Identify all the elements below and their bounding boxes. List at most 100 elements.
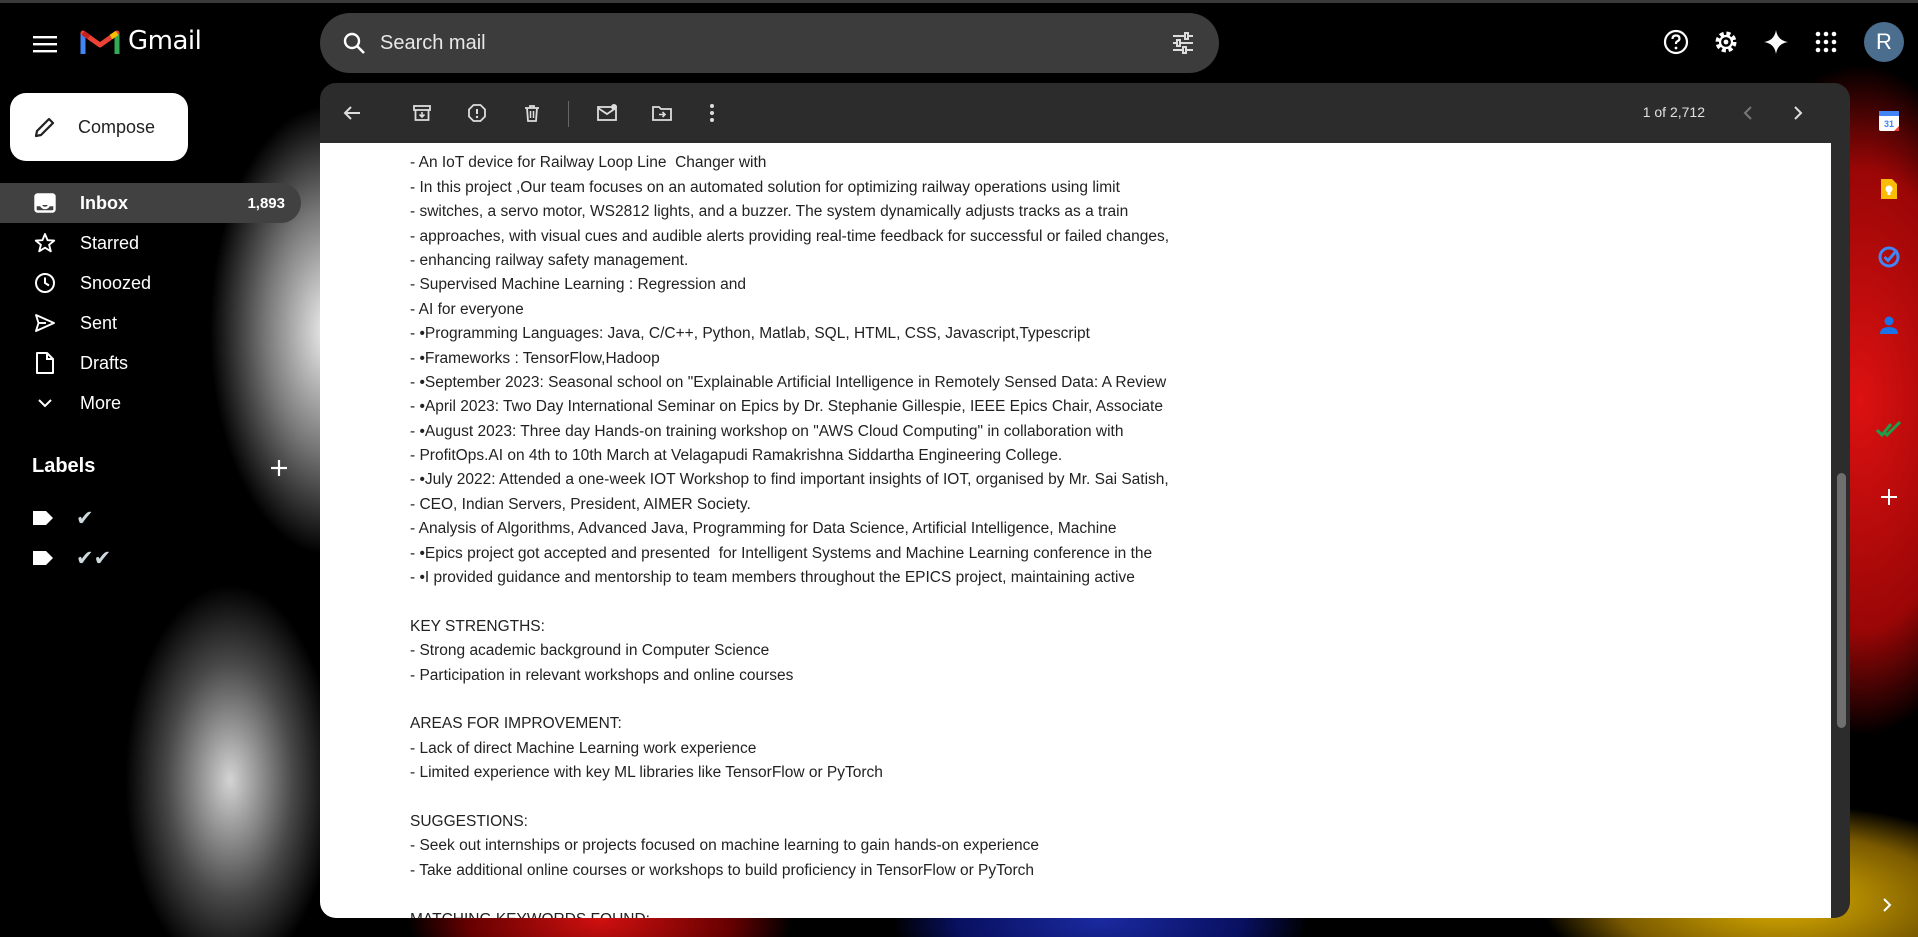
create-label-button[interactable] [264, 453, 294, 483]
keep-button[interactable] [1872, 172, 1906, 206]
email-line [410, 883, 1169, 907]
compose-label: Compose [78, 116, 156, 137]
email-line: - Supervised Machine Learning : Regressi… [410, 276, 747, 294]
search-input[interactable] [378, 30, 1122, 56]
sidebar-item-snoozed[interactable]: Snoozed [0, 263, 300, 303]
hamburger-icon [33, 36, 57, 53]
email-line: - •I provided guidance and mentorship to… [410, 569, 1135, 587]
email-line: - •Frameworks : TensorFlow,Hadoop [410, 349, 660, 367]
account-avatar[interactable]: R [1864, 22, 1904, 62]
inbox-icon [30, 193, 60, 213]
show-side-panel-button[interactable] [1872, 890, 1902, 920]
addon-double-check-button[interactable] [1872, 412, 1906, 446]
search-options-button[interactable] [1165, 25, 1201, 61]
toolbar-divider [568, 101, 569, 127]
archive-button[interactable] [404, 95, 440, 131]
tasks-button[interactable] [1872, 240, 1906, 274]
email-line: KEY STRENGTHS: [410, 617, 545, 635]
chevron-right-icon [1883, 898, 1892, 912]
main-menu-button[interactable] [26, 25, 64, 63]
spam-icon [468, 104, 486, 122]
label-item-double-check[interactable]: ✔✔ [32, 543, 111, 573]
archive-icon [413, 105, 431, 121]
plus-icon [271, 460, 287, 476]
support-button[interactable] [1656, 22, 1696, 62]
chevron-down-icon [30, 397, 60, 409]
contacts-button[interactable] [1872, 308, 1906, 342]
move-folder-icon [652, 106, 672, 121]
pencil-icon [30, 112, 60, 142]
email-line: - Participation in relevant workshops an… [410, 666, 794, 684]
sidebar-item-inbox[interactable]: Inbox 1,893 [0, 183, 301, 223]
gmail-logo[interactable]: Gmail [80, 26, 202, 56]
sidebar-nav: Inbox 1,893 Starred Snoozed Sent Drafts … [0, 183, 301, 423]
sidebar-item-more[interactable]: More [0, 383, 300, 423]
search-button[interactable] [336, 25, 372, 61]
inbox-unread-count: 1,893 [247, 194, 285, 212]
clock-icon [30, 272, 60, 294]
email-line: - •July 2022: Attended a one-week IOT Wo… [410, 471, 1169, 489]
google-apps-button[interactable] [1806, 22, 1846, 62]
email-line: MATCHING KEYWORDS FOUND: [410, 908, 1169, 919]
email-line: - Take additional online courses or work… [410, 861, 1035, 879]
move-to-button[interactable] [644, 95, 680, 131]
arrow-left-icon [343, 106, 360, 120]
draft-file-icon [30, 351, 60, 375]
email-line [410, 688, 1169, 712]
gmail-logo-text: Gmail [128, 26, 202, 56]
newer-button[interactable] [1730, 95, 1766, 131]
message-scrollbar[interactable] [1831, 143, 1850, 918]
send-icon [30, 313, 60, 333]
compose-button[interactable]: Compose [10, 93, 188, 161]
back-button[interactable] [334, 95, 370, 131]
email-line: - Strong academic background in Computer… [410, 642, 770, 660]
get-addons-button[interactable] [1872, 480, 1906, 514]
report-spam-button[interactable] [459, 95, 495, 131]
email-line: - An IoT device for Railway Loop Line Ch… [410, 154, 767, 172]
label-name: ✔ [76, 506, 94, 530]
search-bar [320, 13, 1219, 73]
more-options-button[interactable] [694, 95, 730, 131]
email-line: - switches, a servo motor, WS2812 lights… [410, 203, 1129, 221]
apps-grid-icon [1815, 31, 1837, 53]
label-item-check[interactable]: ✔ [32, 503, 94, 533]
calendar-button[interactable]: 31 [1872, 104, 1906, 138]
mark-unread-button[interactable] [589, 95, 625, 131]
email-line: SUGGESTIONS: [410, 812, 528, 830]
sidebar-item-label: Inbox [80, 192, 128, 213]
email-line: AREAS FOR IMPROVEMENT: [410, 715, 622, 733]
older-button[interactable] [1780, 95, 1816, 131]
email-line: - AI for everyone [410, 300, 524, 318]
settings-button[interactable] [1706, 22, 1746, 62]
calendar-day-number: 31 [1884, 119, 1894, 129]
trash-icon [525, 105, 539, 122]
sidebar-item-drafts[interactable]: Drafts [0, 343, 300, 383]
sidebar-item-sent[interactable]: Sent [0, 303, 300, 343]
email-line: - •September 2023: Seasonal school on "E… [410, 373, 1167, 391]
email-line [410, 590, 1169, 614]
gmail-m-icon [80, 30, 120, 54]
email-line: - Limited experience with key ML librari… [410, 764, 883, 782]
star-icon [30, 232, 60, 254]
sidebar-item-label: Sent [80, 312, 118, 333]
delete-button[interactable] [514, 95, 550, 131]
email-line [410, 143, 1169, 151]
email-line: - •April 2023: Two Day International Sem… [410, 398, 1163, 416]
email-line: - Analysis of Algorithms, Advanced Java,… [410, 520, 1117, 538]
chevron-left-icon [1743, 106, 1752, 120]
sidebar-item-starred[interactable]: Starred [0, 223, 300, 263]
contacts-icon [1880, 316, 1898, 334]
gemini-button[interactable] [1756, 22, 1796, 62]
email-line: - •Programming Languages: Java, C/C++, P… [410, 325, 1090, 343]
email-line: - In this project ,Our team focuses on a… [410, 178, 1120, 196]
email-line [410, 786, 1169, 810]
search-icon [343, 32, 365, 54]
email-line: - ProfitOps.AI on 4th to 10th March at V… [410, 447, 1063, 465]
scrollbar-thumb[interactable] [1837, 473, 1846, 728]
double-check-icon [1876, 420, 1902, 438]
email-text: - An IoT device for Railway Loop Line Ch… [410, 143, 1169, 918]
email-line: - CEO, Indian Servers, President, AIMER … [410, 495, 751, 513]
filter-sliders-icon [1173, 32, 1193, 54]
chevron-right-icon [1794, 106, 1803, 120]
sidebar-item-label: Drafts [80, 352, 129, 373]
